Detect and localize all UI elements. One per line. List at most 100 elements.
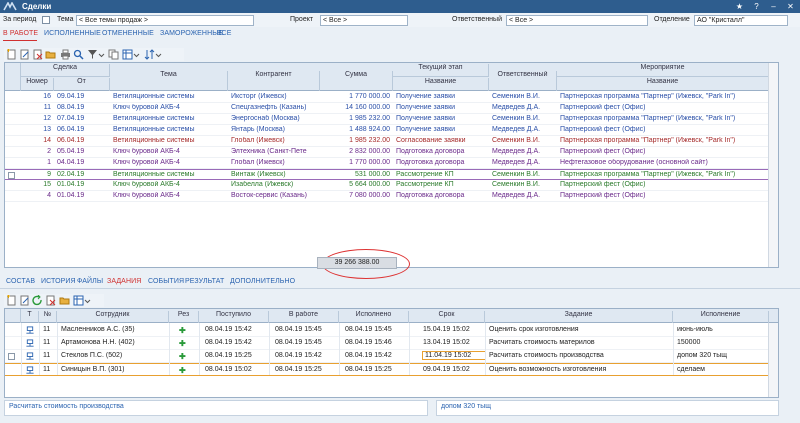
- filter-icon[interactable]: [87, 49, 98, 60]
- project-select[interactable]: < Все >: [320, 15, 408, 26]
- search-icon[interactable]: [73, 49, 84, 60]
- cell-resp: Семенкин В.И.: [492, 115, 540, 122]
- cell-task: Оценить возможность изготовления: [489, 366, 607, 373]
- chevron-down-icon[interactable]: [155, 49, 162, 60]
- header-event-name[interactable]: Название: [557, 78, 769, 91]
- execution-text-pane[interactable]: допом 320 тыщ: [436, 400, 779, 416]
- sort-icon[interactable]: [144, 49, 155, 60]
- tab-frozen[interactable]: ЗАМОРОЖЕННЫЕ: [160, 30, 223, 37]
- edit-document-icon[interactable]: [19, 49, 30, 60]
- chevron-down-icon[interactable]: [98, 49, 105, 60]
- copy-icon[interactable]: [108, 49, 119, 60]
- period-checkbox[interactable]: [42, 16, 50, 24]
- table-row[interactable]: 4 01.04.19 Ключ буровой АКБ-4 Восток-сервис…: [5, 191, 778, 202]
- row-checkbox[interactable]: [8, 172, 15, 179]
- help-icon[interactable]: ?: [750, 1, 763, 12]
- table-row[interactable]: 1 04.04.19 Ключ буровой АКБ-4 Глобал (Ижевс…: [5, 158, 778, 169]
- table-row[interactable]: 14 06.04.19 Ветиляционные системы Глобал (И…: [5, 136, 778, 147]
- row-checkbox[interactable]: [8, 353, 15, 360]
- delete-document-icon[interactable]: [45, 295, 56, 306]
- cell-due[interactable]: 15.04.19 15:02: [423, 326, 485, 333]
- header-stage-name[interactable]: Название: [393, 78, 489, 91]
- cell-due[interactable]: 11.04.19 15:02: [422, 351, 486, 360]
- table-row[interactable]: ✚ 11 Стеклов П.С. (502) 08.04.19 15:25 08.04…: [5, 350, 778, 363]
- header-employee[interactable]: Сотрудник: [57, 311, 169, 323]
- header-responsible[interactable]: Ответственный: [489, 71, 557, 91]
- add-result-icon[interactable]: ✚: [179, 352, 191, 361]
- theme-select[interactable]: < Все темы продаж >: [76, 15, 254, 26]
- header-done[interactable]: Исполнено: [339, 311, 409, 323]
- close-icon[interactable]: ✕: [784, 1, 797, 12]
- chevron-down-icon[interactable]: [133, 49, 140, 60]
- tab-in-work[interactable]: В РАБОТЕ: [3, 30, 38, 37]
- minimize-icon[interactable]: –: [767, 1, 780, 12]
- cell-employee: Артамонова Н.Н. (402): [61, 339, 135, 346]
- table-row[interactable]: 12 07.04.19 Ветиляционные системы Энергосна…: [5, 114, 778, 125]
- responsible-select[interactable]: < Все >: [506, 15, 648, 26]
- table-row[interactable]: 11 08.04.19 Ключ буровой АКБ-4 Спецгазнефть…: [5, 103, 778, 114]
- header-counterparty[interactable]: Контрагент: [228, 71, 320, 91]
- table-row[interactable]: ✚ 11 Артамонова Н.Н. (402) 08.04.19 15:42 08…: [5, 337, 778, 350]
- columns-icon[interactable]: [73, 295, 84, 306]
- cell-party: Спецгазнефть (Казань): [231, 104, 307, 111]
- table-row[interactable]: ✚ 11 Синицын В.П. (301) 08.04.19 15:02 08.04…: [5, 363, 778, 376]
- chevron-down-icon[interactable]: [84, 295, 91, 306]
- period-label: За период: [3, 16, 37, 23]
- header-due[interactable]: Срок: [409, 311, 485, 323]
- deals-scrollbar[interactable]: [768, 63, 778, 267]
- folder-icon[interactable]: [59, 295, 70, 306]
- header-sum[interactable]: Сумма: [320, 71, 393, 91]
- cell-due[interactable]: 13.04.19 15:02: [423, 339, 485, 346]
- cell-resp: Медведев Д.А.: [492, 104, 541, 111]
- tab-cancelled[interactable]: ОТМЕНЕННЫЕ: [102, 30, 154, 37]
- deals-toolbar: [4, 48, 184, 61]
- tab-composition[interactable]: СОСТАВ: [6, 278, 35, 285]
- tab-files[interactable]: ФАЙЛЫ: [77, 278, 103, 285]
- deals-table: Сделка Номер От Тема Контрагент Сумма Те…: [4, 62, 779, 268]
- header-date[interactable]: От: [54, 78, 110, 91]
- header-execution[interactable]: Исполнение: [673, 311, 769, 323]
- header-theme[interactable]: Тема: [110, 71, 228, 91]
- new-document-icon[interactable]: [6, 295, 17, 306]
- columns-icon[interactable]: [122, 49, 133, 60]
- print-icon[interactable]: [60, 49, 71, 60]
- table-row[interactable]: ✚ 11 Масленников А.С. (35) 08.04.19 15:42 08…: [5, 324, 778, 337]
- star-icon[interactable]: ★: [733, 1, 746, 12]
- tasks-scrollbar[interactable]: [768, 323, 778, 397]
- app-logo-icon: [3, 2, 17, 11]
- table-row[interactable]: 15 01.04.19 Ключ буровой АКБ-4 Изабелла (Иж…: [5, 180, 778, 191]
- table-row[interactable]: 16 09.04.19 Ветиляционные системы Иксторг (…: [5, 92, 778, 103]
- tab-all[interactable]: ВСЕ: [217, 30, 231, 37]
- table-row[interactable]: 2 05.04.19 Ключ буровой АКБ-4 Элтехника (Са…: [5, 147, 778, 158]
- add-result-icon[interactable]: ✚: [179, 326, 191, 335]
- add-result-icon[interactable]: ✚: [179, 339, 191, 348]
- header-no[interactable]: №: [39, 311, 57, 323]
- delete-document-icon[interactable]: [32, 49, 43, 60]
- new-document-icon[interactable]: [6, 49, 17, 60]
- header-type[interactable]: Т: [21, 311, 39, 323]
- folder-icon[interactable]: [45, 49, 56, 60]
- edit-document-icon[interactable]: [19, 295, 30, 306]
- cell-due[interactable]: 09.04.19 15:02: [423, 366, 485, 373]
- cell-resp: Медведев Д.А.: [492, 126, 541, 133]
- header-task[interactable]: Задание: [485, 311, 673, 323]
- tab-completed[interactable]: ИСПОЛНЕННЫЕ: [44, 30, 101, 37]
- tab-additional[interactable]: ДОПОЛНИТЕЛЬНО: [230, 278, 295, 285]
- tab-events[interactable]: СОБЫТИЯ: [148, 278, 184, 285]
- header-received[interactable]: Поступило: [199, 311, 269, 323]
- task-text-pane[interactable]: Расчитать стоимость производства: [4, 400, 428, 416]
- table-row[interactable]: 13 06.04.19 Ветиляционные системы Янтарь (М…: [5, 125, 778, 136]
- cell-resp: Медведев Д.А.: [492, 148, 541, 155]
- tab-result[interactable]: РЕЗУЛЬТАТ: [185, 278, 224, 285]
- table-row[interactable]: 9 02.04.19 Ветиляционные системы Винтаж (Иж…: [5, 169, 778, 180]
- add-result-icon[interactable]: ✚: [179, 366, 191, 375]
- header-in-work[interactable]: В работе: [269, 311, 339, 323]
- refresh-icon[interactable]: [32, 295, 43, 306]
- cell-event: Партнерский фест (Офис): [560, 192, 646, 199]
- header-number[interactable]: Номер: [21, 78, 54, 91]
- department-select[interactable]: АО "Кристалл": [694, 15, 788, 26]
- cell-resp: Семенкин В.И.: [492, 137, 540, 144]
- header-rez[interactable]: Рез: [169, 311, 199, 323]
- tab-history[interactable]: ИСТОРИЯ: [41, 278, 76, 285]
- tab-tasks[interactable]: ЗАДАНИЯ: [107, 278, 141, 285]
